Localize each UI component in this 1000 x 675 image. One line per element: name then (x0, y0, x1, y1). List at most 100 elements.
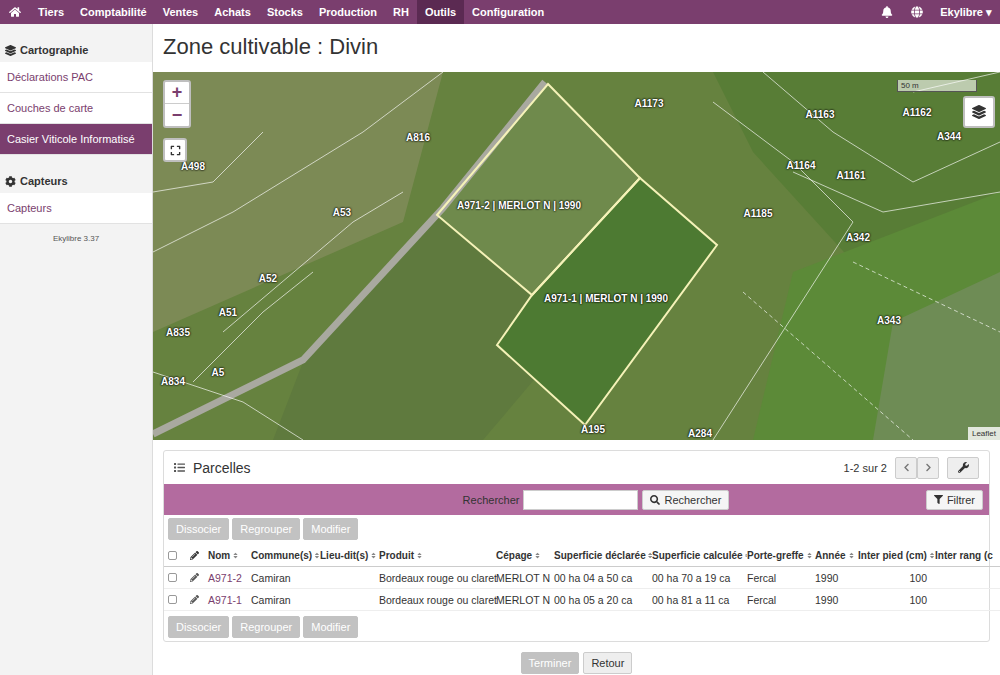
sidebar-item[interactable]: Capteurs (0, 193, 152, 224)
sort-icon (745, 552, 747, 559)
action-button[interactable]: Modifier (303, 518, 358, 540)
layers-button[interactable] (963, 96, 995, 128)
table-cell: 00 ha 70 a 19 ca (652, 572, 747, 584)
sidebar-item[interactable]: Casier Viticole Informatisé (0, 124, 152, 155)
map-label: A498 (181, 161, 205, 172)
sort-icon (848, 552, 855, 559)
table-cell: 1990 (815, 594, 858, 606)
edit-icon[interactable] (190, 595, 199, 604)
map[interactable]: A1173A816A498A53A52A51A835A834A5A1163A11… (153, 72, 1000, 440)
table-cell[interactable]: A971-2 (208, 572, 251, 584)
form-button[interactable]: Retour (583, 652, 632, 674)
table-cell: 00 ha 81 a 11 ca (652, 594, 747, 606)
action-bar: DissocierRegrouperModifier (164, 613, 989, 641)
table-header: NomCommune(s)Lieu-dit(s)ProduitCépageSup… (164, 545, 1000, 567)
action-button[interactable]: Modifier (303, 616, 358, 638)
column-header[interactable]: Inter rang (c (935, 550, 1000, 561)
search-icon (650, 495, 660, 505)
previous-page-button[interactable] (895, 457, 917, 479)
column-header[interactable]: Lieu-dit(s) (320, 550, 379, 561)
parcel-outline[interactable] (437, 84, 640, 295)
row-checkbox[interactable] (168, 595, 177, 604)
table-cell: Bordeaux rouge ou claret (379, 572, 496, 584)
parcel-outline[interactable] (497, 178, 717, 425)
globe-icon (911, 6, 923, 18)
filter-icon (934, 495, 943, 504)
sidebar-section-title: Cartographie (0, 24, 152, 62)
map-label: A195 (581, 424, 605, 435)
sort-icon (929, 552, 935, 559)
sidebar: CartographieDéclarations PACCouches de c… (0, 24, 153, 675)
search-button[interactable]: Rechercher (642, 490, 729, 510)
gear-icon (5, 176, 16, 187)
parcels-table: NomCommune(s)Lieu-dit(s)ProduitCépageSup… (164, 543, 989, 613)
map-label: A342 (846, 232, 870, 243)
home-button[interactable] (0, 0, 30, 24)
action-button[interactable]: Regrouper (232, 518, 300, 540)
notifications-button[interactable] (872, 0, 902, 24)
table-cell: 100 (858, 594, 935, 606)
next-page-button[interactable] (917, 457, 939, 479)
app: TiersComptabilitéVentesAchatsStocksProdu… (0, 0, 1000, 675)
parcel-label[interactable]: A971-1 | MERLOT N | 1990 (544, 293, 668, 304)
table-cell: Fercal (747, 572, 815, 584)
sort-icon (232, 552, 239, 559)
nav-item[interactable]: Production (311, 0, 385, 24)
nav-item[interactable]: Tiers (30, 0, 72, 24)
sidebar-section: CapteursCapteurs (0, 155, 152, 224)
map-label: A1161 (837, 170, 866, 181)
language-button[interactable] (902, 0, 932, 24)
nav-item[interactable]: Stocks (259, 0, 311, 24)
map-label: A1164 (787, 160, 816, 171)
parcel-label[interactable]: A971-2 | MERLOT N | 1990 (457, 200, 581, 211)
action-bar: DissocierRegrouperModifier (164, 515, 989, 543)
select-all-checkbox[interactable] (168, 551, 177, 560)
form-button[interactable]: Terminer (521, 652, 580, 674)
column-header[interactable]: Nom (208, 550, 251, 561)
map-label: A52 (259, 273, 277, 284)
table-row[interactable]: A971-1CamiranBordeaux rouge ou claretMER… (164, 589, 1000, 611)
action-button[interactable]: Dissocier (168, 518, 229, 540)
map-label: A5 (212, 367, 225, 378)
map-label: A284 (688, 428, 712, 439)
nav-item[interactable]: Ventes (155, 0, 206, 24)
filter-button[interactable]: Filtrer (926, 490, 983, 510)
nav-item[interactable]: Configuration (464, 0, 552, 24)
column-header[interactable]: Commune(s) (251, 550, 320, 561)
table-cell: Camiran (251, 594, 320, 606)
column-header[interactable]: Produit (379, 550, 496, 561)
column-header[interactable]: Année (815, 550, 858, 561)
search-input[interactable] (523, 490, 638, 510)
column-header[interactable]: Superficie calculée (652, 550, 747, 561)
nav-item[interactable]: Outils (417, 0, 464, 24)
nav-item[interactable]: Achats (206, 0, 259, 24)
edit-icon[interactable] (190, 573, 199, 582)
user-menu[interactable]: Ekylibre▾ (932, 0, 1000, 24)
action-button[interactable]: Regrouper (232, 616, 300, 638)
map-attribution[interactable]: Leaflet (968, 427, 1000, 440)
map-label: A816 (406, 132, 430, 143)
table-row[interactable]: A971-2CamiranBordeaux rouge ou claretMER… (164, 567, 1000, 589)
zoom-in-button[interactable]: + (165, 82, 189, 104)
column-header[interactable]: Cépage (496, 550, 554, 561)
table-cell[interactable]: A971-1 (208, 594, 251, 606)
column-header[interactable]: Inter pied (cm) (858, 550, 935, 561)
pagination-info: 1-2 sur 2 (844, 462, 887, 474)
map-scale: 50 m (897, 80, 977, 92)
settings-button[interactable] (947, 457, 979, 479)
table-cell: 1990 (815, 572, 858, 584)
search-label: Rechercher (463, 494, 520, 506)
action-button[interactable]: Dissocier (168, 616, 229, 638)
fullscreen-button[interactable] (163, 138, 187, 162)
zoom-control: +− (163, 80, 191, 128)
sidebar-item[interactable]: Déclarations PAC (0, 62, 152, 93)
nav-item[interactable]: Comptabilité (72, 0, 155, 24)
column-header[interactable]: Porte-greffe (747, 550, 815, 561)
nav-item[interactable]: RH (385, 0, 417, 24)
version-label: Ekylibre 3.37 (0, 224, 152, 243)
column-header[interactable]: Superficie déclarée (554, 550, 652, 561)
row-checkbox[interactable] (168, 573, 177, 582)
zoom-out-button[interactable]: − (165, 104, 189, 126)
layers-icon (5, 45, 16, 56)
sidebar-item[interactable]: Couches de carte (0, 93, 152, 124)
